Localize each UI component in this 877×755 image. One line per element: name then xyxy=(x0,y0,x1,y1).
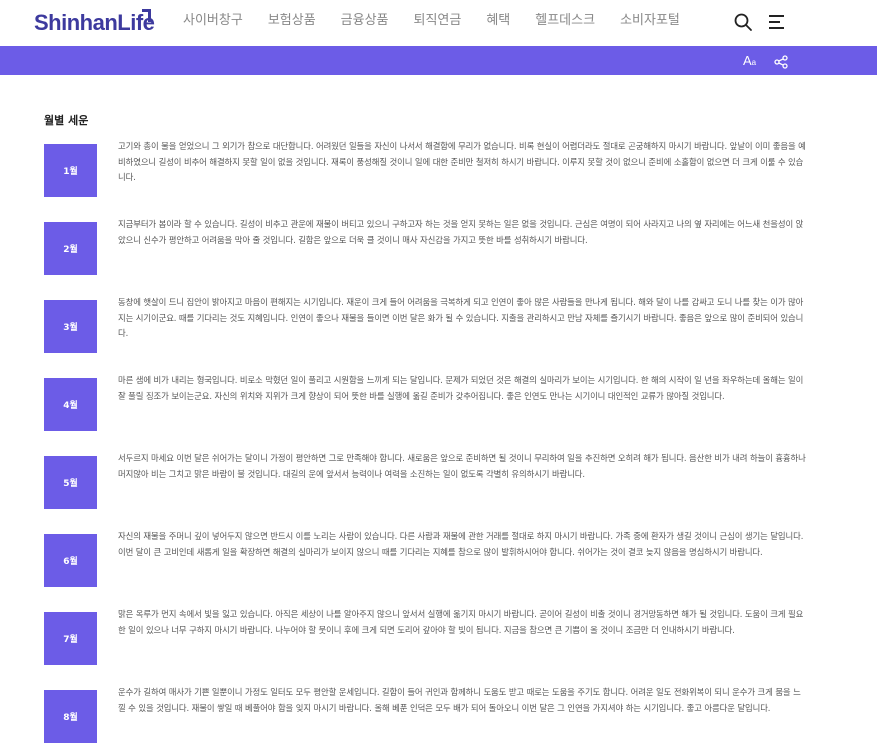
top-header: ShinhanLife 사이버창구 보험상품 금융상품 퇴직연금 혜택 헬프데스… xyxy=(0,0,877,46)
month-badge: 4월 xyxy=(44,378,97,431)
month-fortune-text: 고기와 총이 물을 얻었으니 그 외기가 참으로 대단합니다. 어려웠던 일들을… xyxy=(118,141,806,182)
month-badge: 3월 xyxy=(44,300,97,353)
font-size-button[interactable]: Aa xyxy=(743,53,756,71)
nav-item-cyber-window[interactable]: 사이버창구 xyxy=(183,12,243,32)
month-fortune-text: 동창에 햇살이 드니 집안이 밝아지고 마음이 편해지는 시기입니다. 재운이 … xyxy=(118,297,804,338)
month-fortune-text: 지금부터가 봄이라 할 수 있습니다. 길성이 비추고 관운에 재물이 버티고 … xyxy=(118,219,804,245)
share-icon[interactable] xyxy=(774,54,788,69)
nav-item-consumer-portal[interactable]: 소비자포털 xyxy=(620,12,680,32)
month-badge: 7월 xyxy=(44,612,97,665)
logo-mark-icon xyxy=(142,9,151,22)
month-fortune-text: 맑은 옥루가 먼지 속에서 빛을 잃고 있습니다. 아직은 세상이 나를 알아주… xyxy=(118,609,804,635)
font-size-sub-label: a xyxy=(751,58,757,67)
nav-item-helpdesk[interactable]: 헬프데스크 xyxy=(535,12,595,32)
month-badge: 1월 xyxy=(44,144,97,197)
month-badge: 6월 xyxy=(44,534,97,587)
font-size-label: A xyxy=(743,53,752,68)
brand-logo[interactable]: ShinhanLife xyxy=(34,10,155,36)
main-nav: 사이버창구 보험상품 금융상품 퇴직연금 혜택 헬프데스크 소비자포털 xyxy=(183,12,705,32)
month-fortune-text: 운수가 길하여 매사가 기쁜 일뿐이니 가정도 일터도 모두 평안할 운세입니다… xyxy=(118,687,801,713)
month-badge: 5월 xyxy=(44,456,97,509)
menu-icon[interactable] xyxy=(767,12,787,32)
month-badge: 2월 xyxy=(44,222,97,275)
month-badge: 8월 xyxy=(44,690,97,743)
nav-item-insurance[interactable]: 보험상품 xyxy=(268,12,316,32)
month-fortune-text: 마른 샘에 비가 내리는 형국입니다. 비로소 막혔던 일이 풀리고 시원함을 … xyxy=(118,375,804,401)
month-fortune-text: 서두르지 마세요 이번 달은 쉬어가는 달이니 가정이 평안하면 그로 만족해야… xyxy=(118,453,806,479)
section-title: 월별 세운 xyxy=(44,114,89,127)
nav-item-financial[interactable]: 금융상품 xyxy=(341,12,389,32)
nav-item-pension[interactable]: 퇴직연금 xyxy=(414,12,462,32)
month-fortune-text: 자신의 재물을 주머니 깊이 넣어두지 않으면 반드시 이를 노리는 사람이 있… xyxy=(118,531,804,557)
utility-bar: Aa xyxy=(0,46,877,75)
search-icon[interactable] xyxy=(733,12,753,32)
nav-item-benefits[interactable]: 혜택 xyxy=(486,12,510,32)
